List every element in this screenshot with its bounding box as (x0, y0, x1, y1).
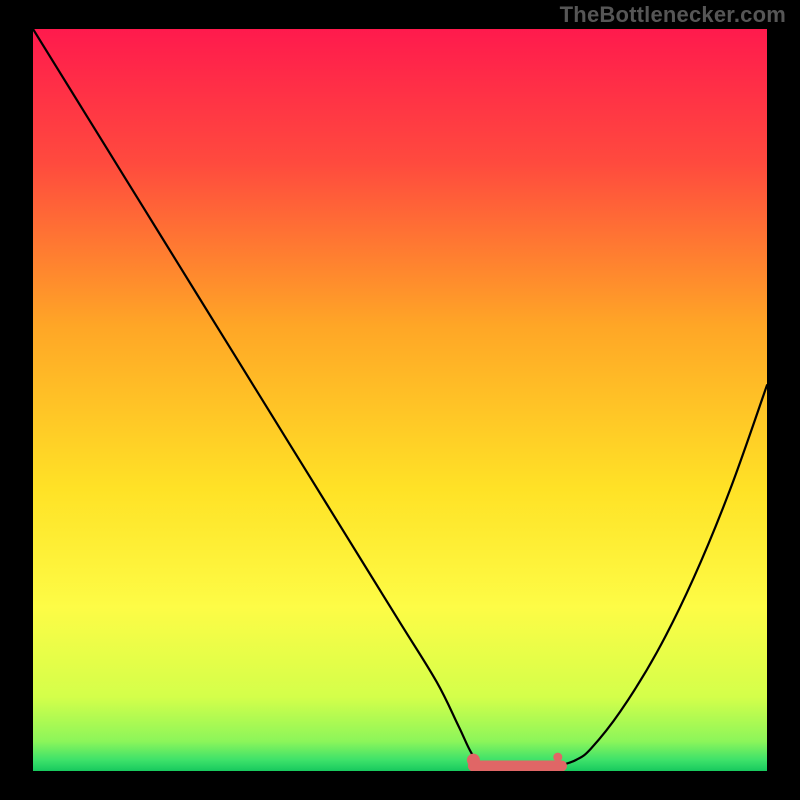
attribution-label: TheBottlenecker.com (560, 2, 786, 28)
marker-dot (467, 754, 480, 767)
marker-dot (553, 753, 562, 762)
chart-frame: TheBottlenecker.com (0, 0, 800, 800)
gradient-background (33, 29, 767, 771)
bottleneck-chart (0, 0, 800, 800)
